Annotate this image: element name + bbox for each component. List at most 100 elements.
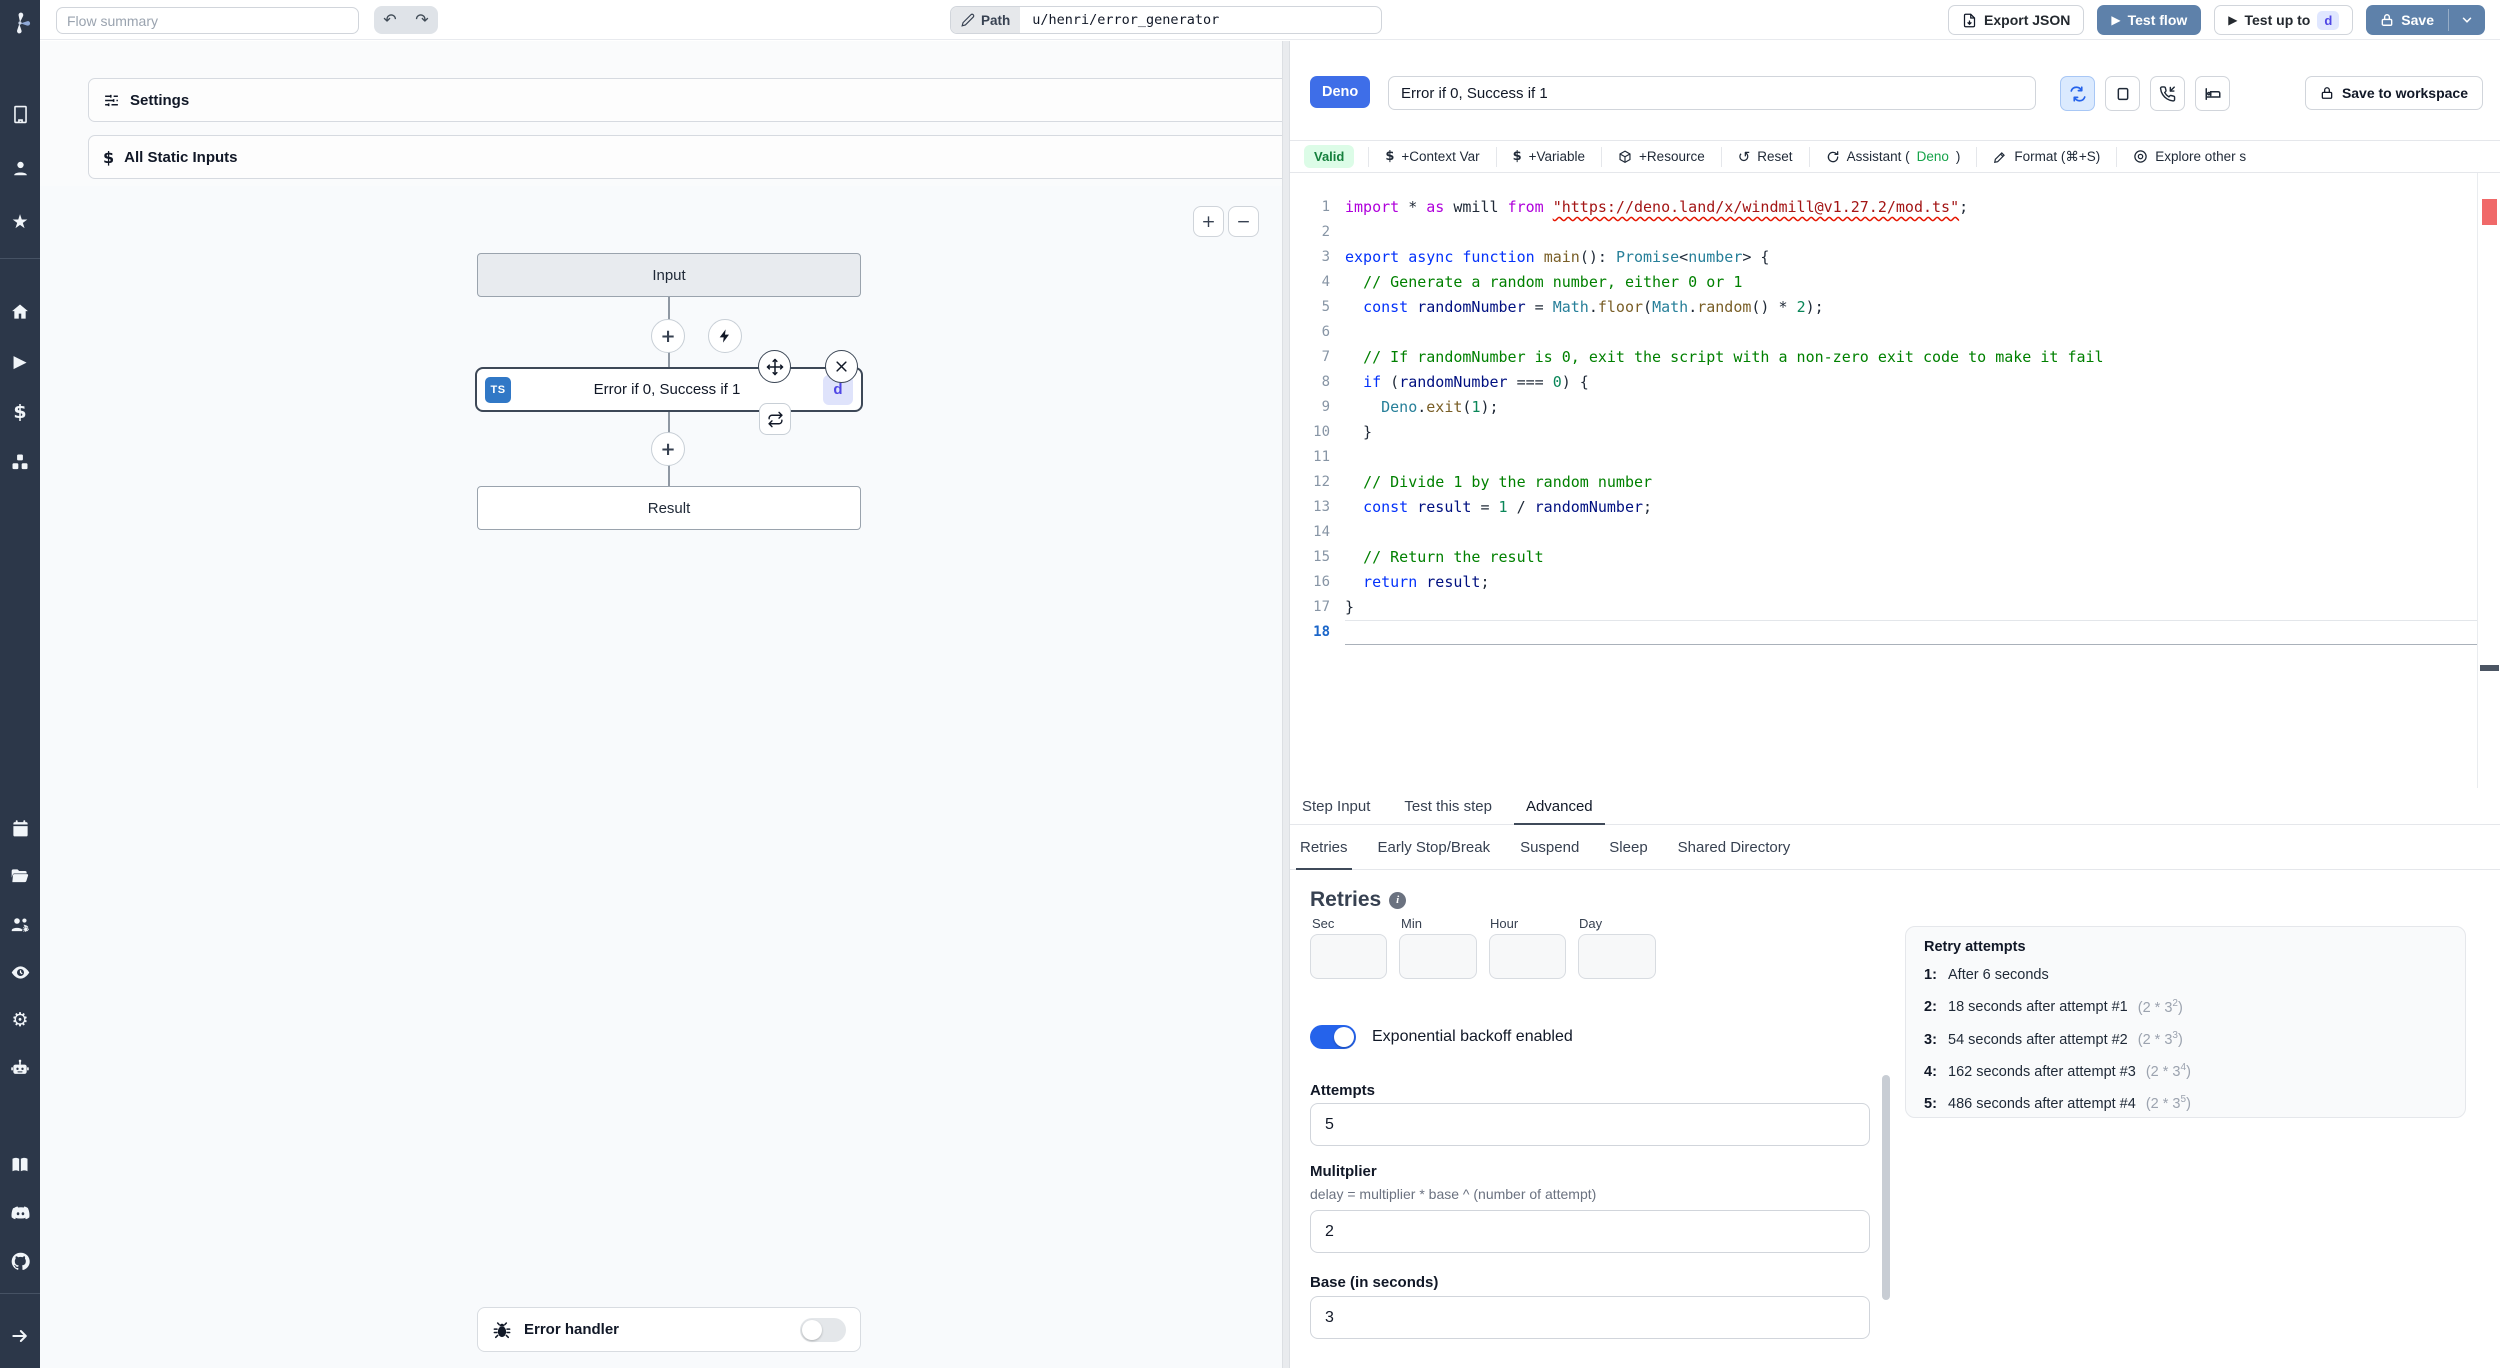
retry-attempt-row: 4: 162 seconds after attempt #3 (2 * 34) <box>1924 1062 2191 1080</box>
ai-bot-icon[interactable] <box>0 1050 40 1086</box>
language-badge[interactable]: Deno <box>1310 76 1371 108</box>
home-icon[interactable] <box>0 294 40 330</box>
hour-input[interactable] <box>1489 934 1566 979</box>
groups-users-gear-icon[interactable] <box>0 906 40 942</box>
subtab-retries[interactable]: Retries <box>1296 825 1351 870</box>
add-resource-button[interactable]: +Resource <box>1601 146 1721 167</box>
windmill-logo-icon[interactable] <box>0 5 40 41</box>
retries-heading: Retries i <box>1310 888 1407 912</box>
step-retries-indicator[interactable] <box>759 403 791 435</box>
input-node[interactable]: Input <box>477 253 861 297</box>
discord-icon[interactable] <box>0 1195 40 1231</box>
tab-step-input[interactable]: Step Input <box>1302 788 1370 824</box>
step-summary-input[interactable] <box>1388 76 2036 110</box>
error-handler-node[interactable]: Error handler <box>477 1307 861 1352</box>
save-button[interactable]: Save <box>2366 5 2448 35</box>
explore-scripts-button[interactable]: Explore other s <box>2116 146 2262 167</box>
multiplier-input[interactable] <box>1310 1210 1870 1253</box>
min-input[interactable] <box>1399 934 1477 979</box>
phone-incoming-button[interactable] <box>2150 76 2185 111</box>
expand-sidebar-arrow-icon[interactable] <box>0 1318 40 1354</box>
settings-gear-icon[interactable]: ⚙ <box>0 1002 40 1038</box>
redo-button[interactable]: ↷ <box>406 6 438 34</box>
delete-step-button[interactable] <box>825 350 858 383</box>
test-up-to-button[interactable]: ▶ Test up to d <box>2214 5 2354 35</box>
sec-input[interactable] <box>1310 934 1387 979</box>
flow-settings-row[interactable]: Settings <box>88 78 1306 122</box>
docs-book-icon[interactable] <box>0 1147 40 1183</box>
day-input[interactable] <box>1578 934 1656 979</box>
sync-toggle-button[interactable] <box>2060 76 2095 111</box>
github-icon[interactable] <box>0 1243 40 1279</box>
variables-dollar-icon[interactable]: $ <box>0 394 40 430</box>
flow-step-node[interactable]: TS Error if 0, Success if 1 d <box>475 367 863 412</box>
zoom-in-button[interactable]: + <box>1193 206 1224 237</box>
user-icon[interactable] <box>0 150 40 186</box>
retry-rows: 1: After 6 seconds 2: 18 seconds after atte… <box>1924 961 2447 1119</box>
result-node[interactable]: Result <box>477 486 861 530</box>
editor-toolbar: Valid $ +Context Var $ +Variable +Resour… <box>1290 140 2500 173</box>
subtab-early-stop[interactable]: Early Stop/Break <box>1378 825 1491 869</box>
tab-advanced[interactable]: Advanced <box>1513 788 1605 825</box>
undo-button[interactable]: ↶ <box>374 6 406 34</box>
folders-icon[interactable] <box>0 858 40 894</box>
favorites-star-icon[interactable]: ★ <box>0 204 40 240</box>
schedules-calendar-icon[interactable] <box>0 810 40 846</box>
zoom-out-button[interactable]: − <box>1228 206 1259 237</box>
assistant-button[interactable]: Assistant (Deno) <box>1808 146 1977 167</box>
add-step-button[interactable]: + <box>651 319 685 353</box>
day-label: Day <box>1579 916 1603 931</box>
sleep-bed-button[interactable] <box>2195 76 2230 111</box>
diff-square-button[interactable] <box>2105 76 2140 111</box>
reset-button[interactable]: ↺ Reset <box>1720 146 1809 167</box>
attempts-input[interactable] <box>1310 1103 1870 1146</box>
flow-summary-input[interactable] <box>56 7 359 34</box>
export-json-button[interactable]: Export JSON <box>1948 5 2085 35</box>
add-step-button[interactable]: + <box>651 432 685 466</box>
audit-logs-eye-icon[interactable] <box>0 954 40 990</box>
info-icon[interactable]: i <box>1389 891 1407 909</box>
retry-attempt-row: 1: After 6 seconds <box>1924 967 2049 983</box>
path-field[interactable]: Path u/henri/error_generator <box>950 6 1382 34</box>
subtab-shared-directory[interactable]: Shared Directory <box>1678 825 1791 869</box>
code-line: 14 <box>1313 524 1330 540</box>
code-editor[interactable]: 1 import * as wmill from "https://deno.la… <box>1290 173 2477 788</box>
error-marker <box>2482 199 2497 225</box>
save-to-workspace-button[interactable]: Save to workspace <box>2304 76 2483 110</box>
error-handler-toggle[interactable] <box>800 1317 846 1342</box>
save-dropdown-button[interactable] <box>2449 5 2485 35</box>
eye-icon <box>2133 149 2148 164</box>
subtab-suspend[interactable]: Suspend <box>1520 825 1579 869</box>
subtab-sleep[interactable]: Sleep <box>1609 825 1647 869</box>
retry-card-title: Retry attempts <box>1924 939 2026 955</box>
add-trigger-button[interactable] <box>708 319 742 353</box>
panel-splitter[interactable] <box>1282 41 1290 1368</box>
resources-boxes-icon[interactable] <box>0 444 40 480</box>
flow-canvas[interactable]: + − Input + TS Error if 0, Success if 1 … <box>40 186 1282 1368</box>
topbar-actions: Export JSON ▶ Test flow ▶ Test up to d S… <box>1948 5 2485 35</box>
code-line: 12 // Divide 1 by the random number <box>1313 473 1653 491</box>
dollar-icon: $ <box>1385 149 1395 164</box>
error-handler-label: Error handler <box>524 1321 620 1338</box>
editor-overview-ruler[interactable] <box>2477 173 2500 788</box>
workspace-building-icon[interactable] <box>0 96 40 132</box>
base-input[interactable] <box>1310 1296 1870 1339</box>
move-step-button[interactable] <box>758 350 791 383</box>
min-label: Min <box>1401 916 1422 931</box>
scrollbar-thumb[interactable] <box>1882 1075 1890 1300</box>
code-line: 3 export async function main(): Promise<n… <box>1321 248 1770 266</box>
backoff-row: Exponential backoff enabled <box>1310 1025 1573 1049</box>
chevron-down-icon <box>2460 13 2474 27</box>
add-context-var-button[interactable]: $ +Context Var <box>1368 146 1495 167</box>
all-static-inputs-row[interactable]: $ All Static Inputs <box>88 135 1306 179</box>
tab-test-this-step[interactable]: Test this step <box>1404 788 1492 824</box>
exponential-backoff-toggle[interactable] <box>1310 1025 1356 1049</box>
format-button[interactable]: Format (⌘+S) <box>1976 146 2116 167</box>
code-line: 16 return result; <box>1313 573 1490 591</box>
add-variable-button[interactable]: $ +Variable <box>1495 146 1601 167</box>
rotate-ccw-icon: ↺ <box>1737 147 1751 166</box>
retry-attempt-row: 3: 54 seconds after attempt #2 (2 * 33) <box>1924 1029 2183 1048</box>
typescript-badge: TS <box>485 376 511 403</box>
test-flow-button[interactable]: ▶ Test flow <box>2097 5 2202 35</box>
runs-play-icon[interactable]: ▶ <box>0 344 40 380</box>
